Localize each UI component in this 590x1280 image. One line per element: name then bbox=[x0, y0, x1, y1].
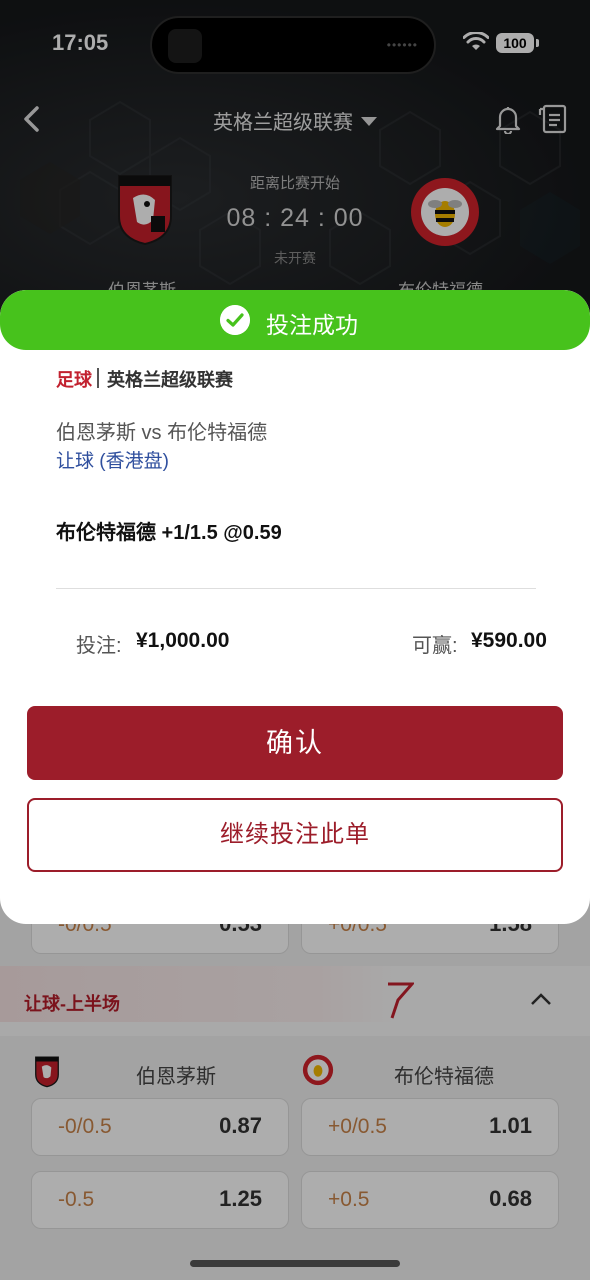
bet-success-dialog: 投注成功 足球 英格兰超级联赛 伯恩茅斯 vs 布伦特福德 让球 (香港盘) 布… bbox=[0, 290, 590, 924]
check-circle-icon bbox=[220, 305, 250, 335]
success-banner: 投注成功 bbox=[0, 290, 590, 350]
tag-divider bbox=[97, 368, 99, 388]
market-type: 让球 (香港盘) bbox=[56, 451, 169, 472]
continue-betting-button[interactable]: 继续投注此单 bbox=[27, 798, 563, 872]
confirm-button[interactable]: 确认 bbox=[27, 706, 563, 780]
success-message: 投注成功 bbox=[266, 312, 358, 338]
matchup: 伯恩茅斯 vs 布伦特福德 bbox=[56, 422, 268, 444]
sport-tag: 足球 bbox=[56, 370, 92, 390]
bet-selection: 布伦特福德 +1/1.5 @0.59 bbox=[56, 522, 282, 544]
divider bbox=[56, 588, 536, 589]
home-indicator[interactable] bbox=[190, 1260, 400, 1267]
league-tag: 英格兰超级联赛 bbox=[107, 370, 233, 390]
stake-value: ¥1,000.00 bbox=[136, 629, 230, 652]
potential-win-value: ¥590.00 bbox=[471, 629, 547, 652]
stake-label: 投注: bbox=[76, 635, 122, 657]
potential-win-label: 可赢: bbox=[412, 635, 458, 657]
